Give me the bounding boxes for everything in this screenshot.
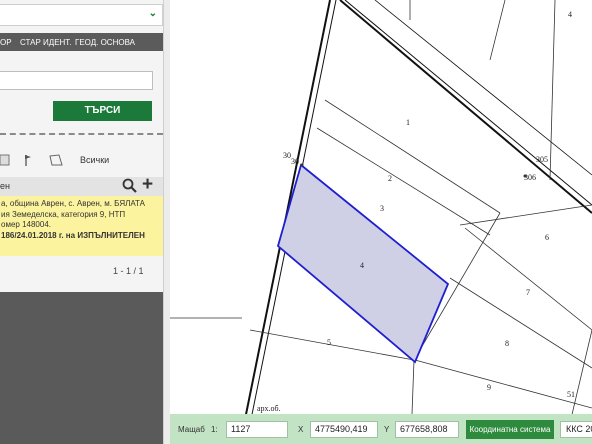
map-status-bar: Мащаб 1: 1127 X 4775490,419 Y 677658,808… bbox=[170, 414, 592, 444]
panel-footer bbox=[0, 292, 163, 444]
scale-input[interactable]: 1127 bbox=[226, 421, 288, 438]
result-item[interactable]: а, община Аврен, с. Аврен, м. БЯЛАТА ия … bbox=[0, 196, 163, 256]
search-icon[interactable] bbox=[122, 177, 138, 198]
layer-select[interactable]: ⌄ bbox=[0, 4, 163, 26]
coordinate-system-button[interactable]: Координатна система bbox=[466, 420, 554, 439]
result-line: ия Земеделска, категория 9, НТП bbox=[1, 209, 126, 219]
point-select-icon[interactable] bbox=[22, 153, 34, 170]
search-button[interactable]: ТЪРСИ bbox=[53, 101, 152, 121]
parcel-label: 9 bbox=[487, 383, 491, 392]
results-header: ен + bbox=[0, 174, 163, 198]
map-label: 30 bbox=[291, 157, 299, 166]
filter-all-label[interactable]: Всички bbox=[80, 155, 109, 165]
map-label: 306 bbox=[524, 173, 536, 182]
parcel-label: 5 bbox=[327, 338, 331, 347]
parcel-label: 7 bbox=[526, 288, 530, 297]
parcel-label: 6 bbox=[545, 233, 549, 242]
divider bbox=[0, 133, 163, 135]
x-coordinate-field[interactable]: 4775490,419 bbox=[310, 421, 378, 438]
scale-label: Мащаб bbox=[178, 425, 205, 434]
cadastral-map[interactable]: 1 2 3 4 5 6 7 8 9 4 30 30 305 306 51 арх… bbox=[170, 0, 592, 444]
x-label: X bbox=[298, 425, 304, 434]
left-panel: ⌄ ОР СТАР ИДЕНТ. ГЕОД. ОСНОВА ТЪРСИ Всич… bbox=[0, 0, 163, 444]
result-line: а, община Аврен, с. Аврен, м. БЯЛАТА bbox=[1, 199, 146, 208]
results-header-text: ен bbox=[0, 181, 10, 191]
parcel-boundaries bbox=[170, 0, 592, 444]
tab-or[interactable]: ОР bbox=[0, 38, 12, 47]
panel-splitter[interactable] bbox=[163, 0, 170, 444]
polygon-select-icon[interactable] bbox=[48, 153, 64, 170]
parcel-label: 2 bbox=[388, 174, 392, 183]
result-line: омер 148004. bbox=[1, 220, 51, 229]
scale-prefix: 1: bbox=[211, 425, 218, 434]
map-canvas: 1 2 3 4 5 6 7 8 9 4 30 30 305 306 51 арх… bbox=[170, 0, 592, 444]
search-tabs: ОР СТАР ИДЕНТ. ГЕОД. ОСНОВА bbox=[0, 33, 163, 51]
y-label: Y bbox=[384, 425, 390, 434]
coordinate-system-select[interactable]: ККС 20 bbox=[560, 421, 592, 438]
map-label: 51 bbox=[567, 390, 575, 399]
map-label: арх.об. bbox=[257, 404, 281, 413]
chevron-down-icon[interactable]: ⌄ bbox=[149, 8, 157, 19]
select-tools: Всички bbox=[0, 153, 163, 169]
parcel-label: 8 bbox=[505, 339, 509, 348]
plus-icon[interactable]: + bbox=[142, 174, 153, 196]
map-label: 305 bbox=[536, 155, 548, 164]
tab-old-ident[interactable]: СТАР ИДЕНТ. bbox=[20, 38, 72, 47]
result-line: 186/24.01.2018 г. на ИЗПЪЛНИТЕЛЕН bbox=[1, 230, 145, 240]
map-label: 4 bbox=[568, 10, 572, 19]
parcel-label: 4 bbox=[360, 261, 364, 270]
y-coordinate-field[interactable]: 677658,808 bbox=[395, 421, 459, 438]
map-label: 30 bbox=[283, 151, 291, 160]
tab-geod-basis[interactable]: ГЕОД. ОСНОВА bbox=[75, 38, 135, 47]
parcel-label: 1 bbox=[406, 118, 410, 127]
parcel-label: 3 bbox=[380, 204, 384, 213]
rect-select-icon[interactable] bbox=[0, 154, 10, 169]
search-input[interactable] bbox=[0, 71, 153, 90]
pager: 1 - 1 / 1 bbox=[113, 266, 144, 276]
